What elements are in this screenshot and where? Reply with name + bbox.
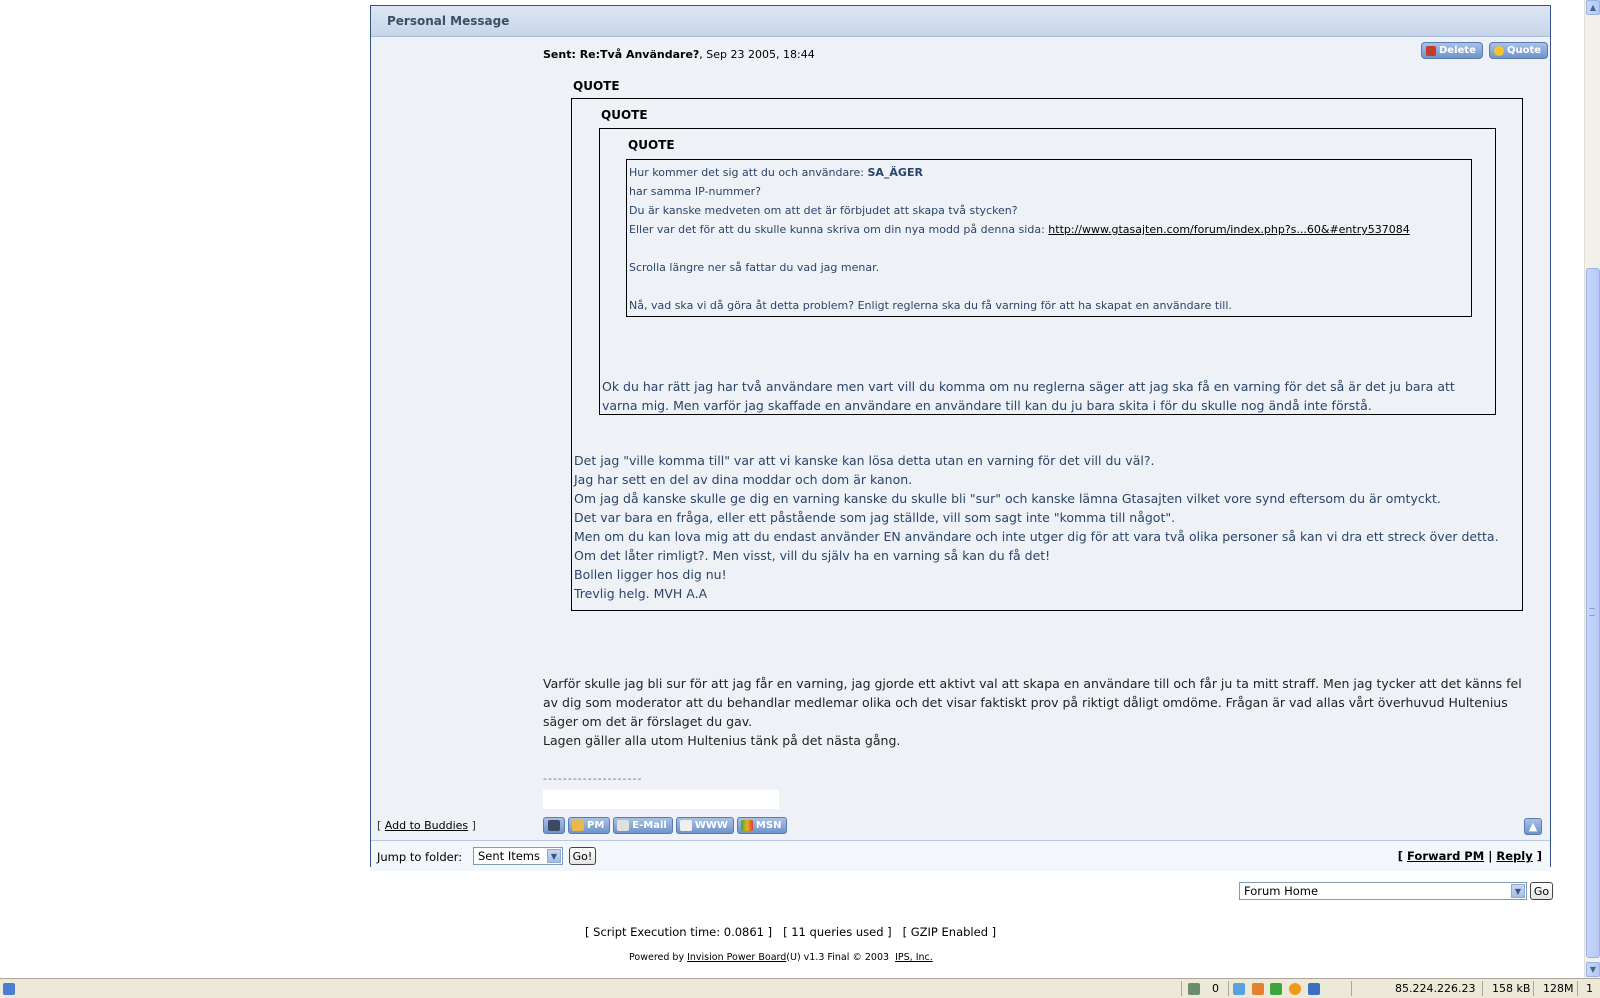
msn-button[interactable]: MSN xyxy=(736,817,788,834)
middle-quote-line: varna mig. Men varför jag skaffade en an… xyxy=(602,398,1372,413)
browser-status-bar: 0 85.224.226.23 158 kB 128M 1 xyxy=(0,978,1600,998)
scroll-down-button[interactable]: ▼ xyxy=(1586,962,1600,977)
arrow-up-icon: ▲ xyxy=(1589,3,1597,12)
page-icon xyxy=(3,981,15,996)
forward-pm-link[interactable]: Forward PM xyxy=(1407,849,1484,863)
pm-actions: [ Forward PM | Reply ] xyxy=(1397,849,1542,863)
skype-icon[interactable] xyxy=(1233,981,1245,996)
add-to-buddies: [ Add to Buddies ] xyxy=(377,819,476,832)
pm-icon xyxy=(572,820,584,831)
email-button[interactable]: E-Mail xyxy=(613,817,673,834)
profile-button[interactable] xyxy=(543,817,565,834)
email-icon xyxy=(617,820,630,831)
outer-quote-line: Jag har sett en del av dina moddar och d… xyxy=(574,472,913,487)
sent-line: Sent: Re:Två Användare?, Sep 23 2005, 18… xyxy=(543,48,815,61)
status-count: 0 xyxy=(1212,982,1219,995)
script-stats: [ Script Execution time: 0.0861 ] [ 11 q… xyxy=(585,925,997,939)
status-number: 1 xyxy=(1586,982,1593,995)
inner-quote-line: har samma IP-nummer? xyxy=(629,185,761,198)
outer-quote-line: Det jag "ville komma till" var att vi ka… xyxy=(574,453,1155,468)
quote-bubble-icon xyxy=(1494,45,1504,56)
message-line: säger om det är förslaget du gav. xyxy=(543,714,753,729)
signature-area xyxy=(543,790,779,809)
page-size: 158 kB xyxy=(1492,982,1531,995)
panel-title: Personal Message xyxy=(387,14,510,28)
middle-quote-label: QUOTE xyxy=(601,108,648,122)
middle-quote-line: Ok du har rätt jag har två användare men… xyxy=(602,379,1455,394)
quote-button[interactable]: Quote xyxy=(1489,42,1549,59)
outer-quote-line: Om det låter rimligt?. Men visst, vill d… xyxy=(574,548,1051,563)
inner-quote-line: Du är kanske medveten om att det är förb… xyxy=(629,204,1018,217)
jump-to-folder-label: Jump to folder: xyxy=(377,850,463,864)
inner-quote-label: QUOTE xyxy=(628,138,675,152)
quoted-username: SA_ÄGER xyxy=(867,166,923,179)
sent-subject: Sent: Re:Två Användare? xyxy=(543,48,700,61)
msn-icon xyxy=(740,820,753,831)
vertical-scrollbar[interactable]: ▲ ▼ xyxy=(1584,0,1600,978)
quote-link[interactable]: http://www.gtasajten.com/forum/index.php… xyxy=(1048,223,1409,236)
outer-quote-line: Om jag då kanske skulle ge dig en varnin… xyxy=(574,491,1441,506)
outer-quote-text: Det jag "ville komma till" var att vi ka… xyxy=(574,451,1499,603)
inner-quote-line: Scrolla längre ner så fattar du vad jag … xyxy=(629,261,880,274)
arrow-up-icon: ▲ xyxy=(1528,820,1538,833)
delete-label: Delete xyxy=(1439,45,1476,56)
scrollbar-grip-icon xyxy=(1589,608,1595,616)
outer-quote-box: QUOTE QUOTE Hur kommer det sig att du oc… xyxy=(571,98,1523,611)
refresh-icon[interactable] xyxy=(1270,981,1282,996)
signature-divider: -------------------- xyxy=(543,772,643,785)
middle-quote-text: Ok du har rätt jag har två användare men… xyxy=(602,377,1455,415)
forum-jump-select[interactable]: Forum Home ▼ xyxy=(1239,882,1527,900)
delete-icon xyxy=(1426,45,1436,56)
back-to-top-button[interactable]: ▲ xyxy=(1524,818,1542,835)
folder-select[interactable]: Sent Items ▼ xyxy=(473,847,563,865)
ip-address: 85.224.226.23 xyxy=(1395,982,1476,995)
reply-link[interactable]: Reply xyxy=(1496,849,1532,863)
outer-quote-line: Trevlig helg. MVH A.A xyxy=(574,586,708,601)
middle-quote-box: QUOTE Hur kommer det sig att du och anvä… xyxy=(599,128,1496,415)
pm-button[interactable]: PM xyxy=(568,817,611,834)
quote-label: Quote xyxy=(1507,45,1542,56)
inner-quote-line: Hur kommer det sig att du och användare:… xyxy=(629,166,923,179)
firefox-icon[interactable] xyxy=(1252,981,1264,996)
ipb-link[interactable]: Invision Power Board xyxy=(687,952,786,963)
edit-icon[interactable] xyxy=(1308,981,1320,996)
folder-bar: Jump to folder: Sent Items ▼ Go! [ Forwa… xyxy=(371,840,1550,871)
message-line: Varför skulle jag bli sur för att jag få… xyxy=(543,676,1522,691)
chevron-down-icon: ▼ xyxy=(1511,884,1525,898)
contact-buttons: PM E-Mail WWW MSN xyxy=(543,817,788,834)
forum-jump-go-button[interactable]: Go xyxy=(1530,882,1553,900)
home-icon xyxy=(679,820,692,831)
powered-by: Powered by Invision Power Board(U) v1.3 … xyxy=(629,952,933,963)
delete-button[interactable]: Delete xyxy=(1421,42,1483,59)
trash-icon[interactable] xyxy=(1188,981,1200,996)
message-line: av dig som moderator att du behandlar me… xyxy=(543,695,1508,710)
panel-header: Personal Message xyxy=(371,6,1550,37)
message-body: Varför skulle jag bli sur för att jag få… xyxy=(543,674,1522,750)
inner-quote-box: Hur kommer det sig att du och användare:… xyxy=(626,159,1472,317)
inner-quote-line: Eller var det för att du skulle kunna sk… xyxy=(629,223,1410,236)
arrow-down-icon: ▼ xyxy=(1589,965,1597,974)
outer-quote-line: Det var bara en fråga, eller ett påståen… xyxy=(574,510,1176,525)
message-line: Lagen gäller alla utom Hultenius tänk på… xyxy=(543,733,901,748)
ips-link[interactable]: IPS, Inc. xyxy=(895,952,933,963)
scroll-up-button[interactable]: ▲ xyxy=(1586,0,1600,15)
chevron-down-icon: ▼ xyxy=(547,849,561,863)
add-to-buddies-link[interactable]: Add to Buddies xyxy=(385,819,468,832)
outer-quote-line: Men om du kan lova mig att du endast anv… xyxy=(574,529,1499,544)
memory-usage: 128M xyxy=(1543,982,1574,995)
outer-quote-label: QUOTE xyxy=(573,79,620,93)
pm-panel: Personal Message Sent: Re:Två Användare?… xyxy=(370,5,1551,871)
inner-quote-line: Nå, vad ska vi då göra åt detta problem?… xyxy=(629,299,1232,312)
sent-date: , Sep 23 2005, 18:44 xyxy=(699,48,815,61)
folder-go-button[interactable]: Go! xyxy=(569,847,596,865)
profile-icon xyxy=(548,820,560,831)
outer-quote-line: Bollen ligger hos dig nu! xyxy=(574,567,727,582)
www-button[interactable]: WWW xyxy=(675,817,734,834)
flower-icon[interactable] xyxy=(1289,981,1301,996)
